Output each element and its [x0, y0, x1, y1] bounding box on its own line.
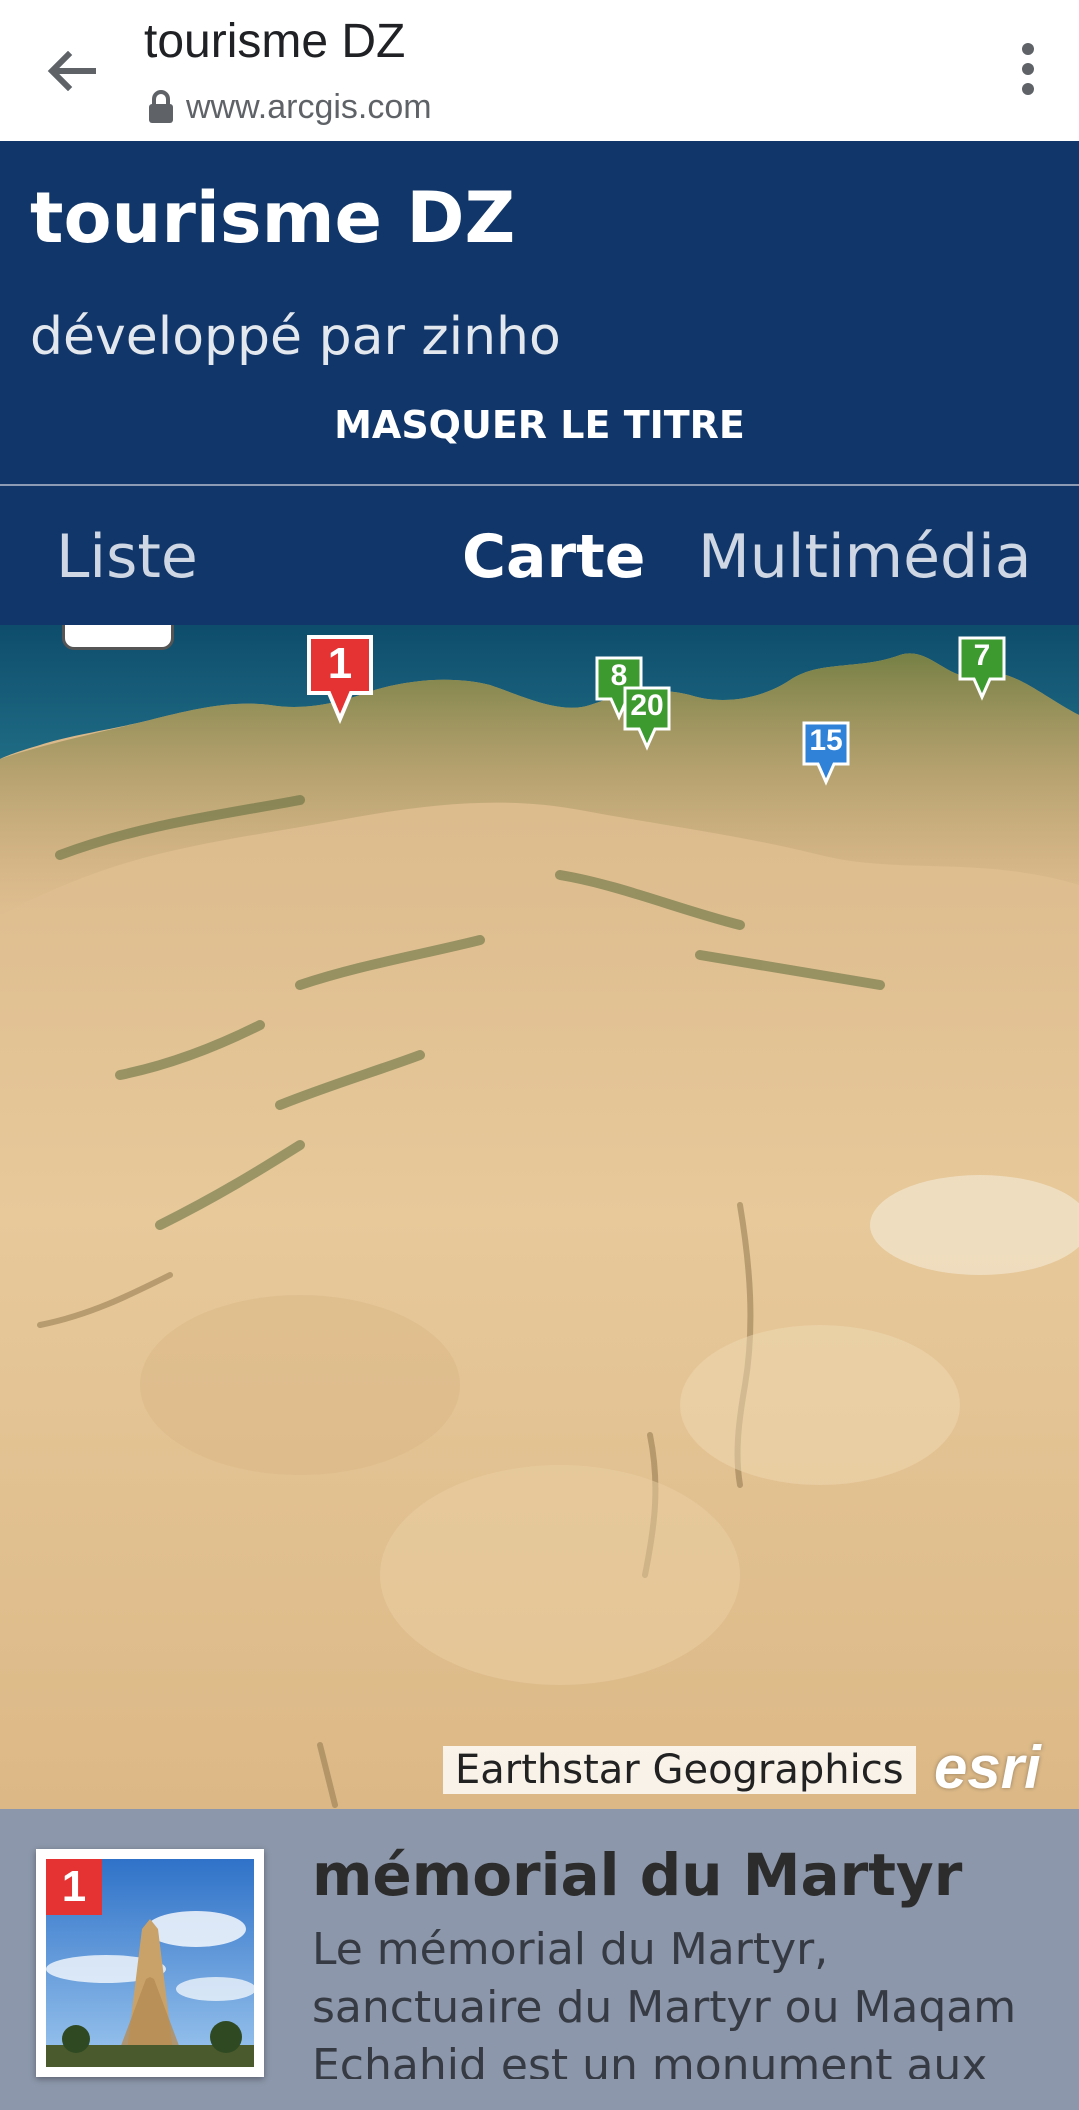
map-legend-toggle[interactable] — [62, 625, 174, 650]
tab-multimedia[interactable]: Multimédia — [698, 522, 1032, 592]
app-title: tourisme DZ — [30, 177, 516, 259]
url-text[interactable]: www.arcgis.com — [186, 88, 432, 127]
browser-page-title: tourisme DZ — [144, 15, 406, 68]
tab-carte[interactable]: Carte — [462, 522, 646, 592]
place-title[interactable]: mémorial du Martyr — [312, 1841, 962, 1909]
overflow-menu-button[interactable] — [993, 32, 1063, 106]
url-row[interactable]: www.arcgis.com — [146, 84, 432, 130]
back-button[interactable] — [34, 34, 108, 108]
map-marker[interactable]: 1 — [305, 633, 375, 725]
place-description: Le mémorial du Martyr, sanctuaire du Mar… — [312, 1924, 1017, 2079]
satellite-imagery — [0, 625, 1079, 1809]
tab-bar: Liste Carte Multimédia — [0, 486, 1079, 625]
place-thumbnail[interactable]: 1 — [36, 1849, 264, 2077]
hide-title-button[interactable]: MASQUER LE TITRE — [0, 403, 1079, 447]
marker-label: 7 — [973, 639, 991, 672]
map-attribution: Earthstar Geographics — [443, 1746, 916, 1794]
marker-label: 15 — [809, 724, 843, 757]
map-marker[interactable]: 7 — [957, 635, 1007, 701]
lock-icon — [149, 90, 173, 123]
selected-place-panel[interactable]: 1 mémorial du Martyr Le mémorial du Mart… — [0, 1809, 1079, 2110]
place-number-badge: 1 — [46, 1859, 102, 1915]
marker-label: 1 — [327, 639, 353, 688]
tab-liste[interactable]: Liste — [56, 522, 198, 592]
marker-label: 20 — [630, 689, 664, 722]
app-subtitle: développé par zinho — [30, 307, 561, 367]
more-vert-icon — [1022, 43, 1034, 95]
browser-toolbar: tourisme DZ www.arcgis.com — [0, 0, 1079, 141]
arrow-back-icon — [47, 51, 96, 91]
map-view[interactable]: 1 8 20 7 15 Earthstar Geographics esri — [0, 625, 1079, 1809]
esri-logo[interactable]: esri — [934, 1733, 1041, 1802]
map-marker[interactable]: 20 — [622, 685, 672, 751]
app-header: tourisme DZ développé par zinho MASQUER … — [0, 141, 1079, 486]
map-marker[interactable]: 15 — [801, 720, 851, 786]
